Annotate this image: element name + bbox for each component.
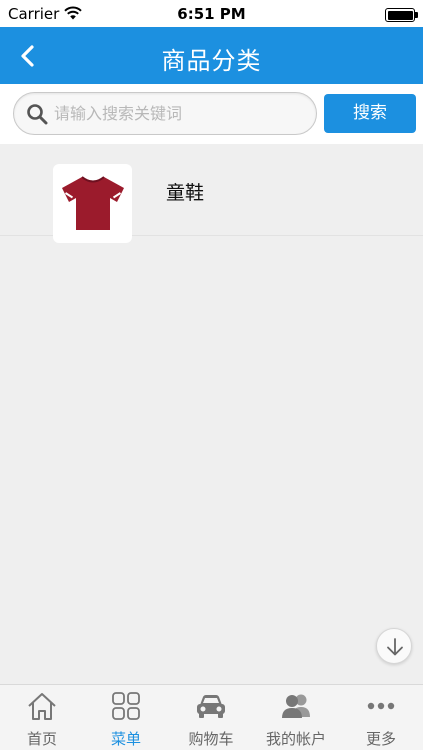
- tab-more[interactable]: 更多: [339, 685, 423, 750]
- search-field[interactable]: [13, 92, 317, 135]
- clock: 6:51 PM: [177, 5, 246, 23]
- category-thumbnail: [53, 164, 132, 243]
- nav-bar: 商品分类: [0, 27, 423, 84]
- tab-label: 菜单: [110, 730, 141, 748]
- search-bar: 搜索: [0, 84, 423, 144]
- home-icon: [28, 693, 56, 720]
- grid-menu-icon: [112, 692, 140, 720]
- search-icon: [27, 104, 48, 125]
- category-label: 童鞋: [166, 182, 205, 204]
- arrow-down-icon: [387, 638, 403, 656]
- tab-label: 更多: [365, 730, 396, 748]
- more-dots-icon: [367, 702, 395, 710]
- scroll-down-button[interactable]: [376, 628, 412, 664]
- search-input[interactable]: [54, 93, 310, 133]
- page-title: 商品分类: [161, 47, 262, 75]
- tab-label: 首页: [26, 730, 57, 748]
- tab-cart[interactable]: 购物车: [169, 685, 253, 750]
- tab-bar: 首页 菜单 购物车 我的帐户 更多: [0, 684, 423, 750]
- tab-label: 我的帐户: [265, 730, 326, 748]
- car-icon: [197, 695, 225, 718]
- status-bar: Carrier 6:51 PM: [0, 0, 423, 27]
- tab-home[interactable]: 首页: [0, 685, 84, 750]
- tab-label: 购物车: [188, 730, 234, 748]
- tshirt-icon: [62, 176, 124, 230]
- search-button[interactable]: 搜索: [324, 94, 416, 133]
- category-item[interactable]: 童鞋: [0, 144, 423, 243]
- users-icon: [282, 694, 310, 718]
- battery-icon: [385, 8, 418, 22]
- tab-account[interactable]: 我的帐户: [254, 685, 338, 750]
- tab-menu[interactable]: 菜单: [84, 685, 168, 750]
